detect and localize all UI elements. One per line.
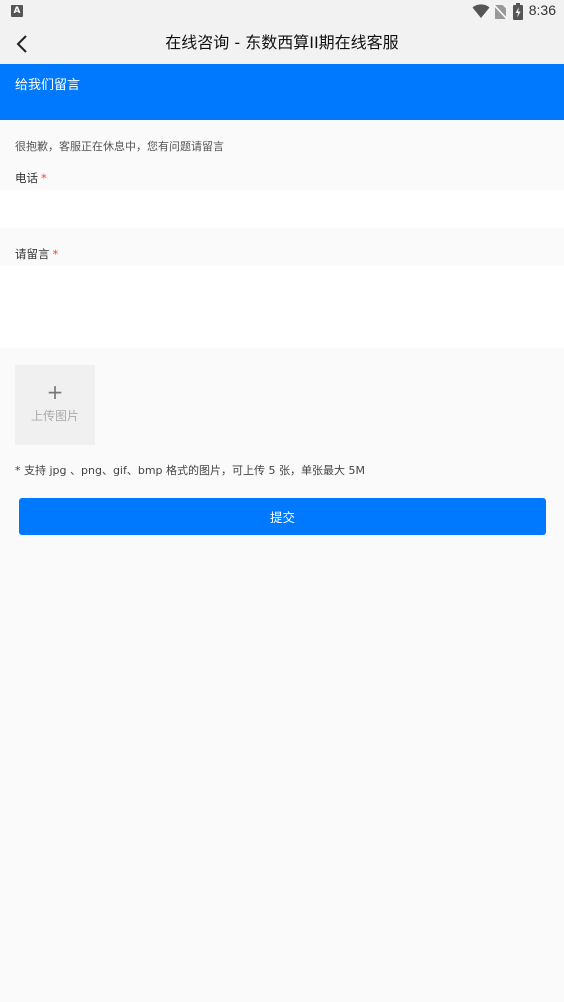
title-bar: 在线咨询 - 东数西算II期在线客服 [0,24,564,64]
required-mark: * [52,247,59,261]
message-label-text: 请留言 [15,247,50,261]
upload-hint: * 支持 jpg 、png、gif、bmp 格式的图片，可上传 5 张，单张最大… [15,464,366,477]
offline-notice: 很抱歉，客服正在休息中，您有问题请留言 [15,140,224,153]
status-time: 8:36 [528,2,556,18]
required-mark: * [41,171,47,185]
submit-button[interactable]: 提交 [19,498,546,535]
phone-label-text: 电话 [15,171,38,185]
chevron-left-icon [16,35,27,53]
back-button[interactable] [8,30,36,58]
banner-title: 给我们留言 [15,78,81,93]
app-notification-icon: A [11,5,23,17]
phone-input[interactable] [0,190,564,228]
message-label: 请留言 * [15,246,58,262]
message-banner: 给我们留言 [0,64,564,120]
plus-icon: + [46,380,64,404]
upload-image-button[interactable]: + 上传图片 [15,365,95,445]
no-sim-icon [494,4,507,20]
upload-image-label: 上传图片 [30,409,79,423]
status-bar: A 8:36 [0,0,564,24]
phone-label: 电话 * [15,170,47,186]
page-title: 在线咨询 - 东数西算II期在线客服 [165,33,399,52]
battery-charging-icon [513,3,523,20]
wifi-icon [472,4,490,18]
message-input[interactable] [0,266,564,348]
